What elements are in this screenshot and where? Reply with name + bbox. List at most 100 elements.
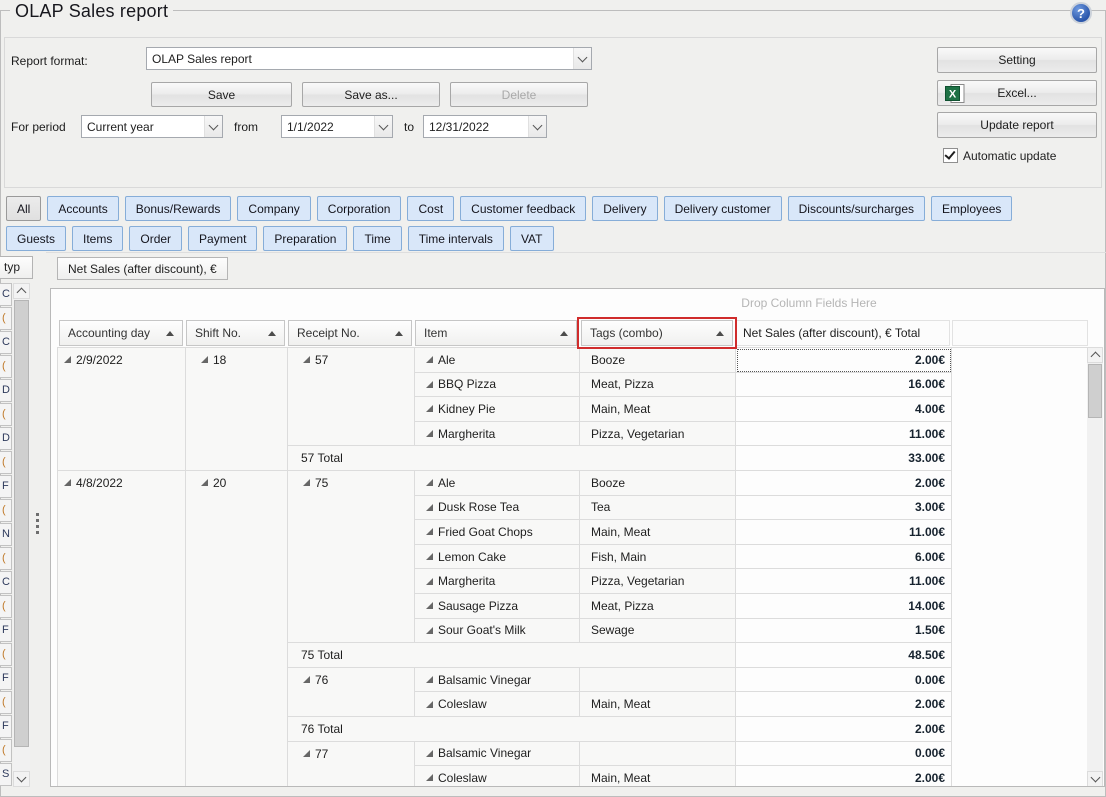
pivot-item-cell[interactable]: BBQ Pizza: [415, 373, 580, 398]
sidebar-field-fragment[interactable]: C: [0, 331, 12, 354]
expand-triangle-icon[interactable]: [426, 504, 433, 511]
filter-tab-vat[interactable]: VAT: [510, 226, 554, 251]
filter-tab-bonus-rewards[interactable]: Bonus/Rewards: [125, 196, 232, 221]
sidebar-field-fragment[interactable]: (: [0, 643, 12, 666]
filter-tab-order[interactable]: Order: [129, 226, 182, 251]
chevron-down-icon[interactable]: [204, 116, 222, 137]
pivot-value-cell[interactable]: 16.00€: [736, 373, 952, 398]
pivot-total-value-cell[interactable]: 2.00€: [736, 717, 952, 742]
sidebar-field-chip-clipped[interactable]: typ: [0, 256, 33, 279]
pivot-item-cell[interactable]: Sausage Pizza: [415, 594, 580, 619]
expand-triangle-icon[interactable]: [426, 381, 433, 388]
pivot-receipt-cell[interactable]: 76: [288, 668, 415, 717]
pivot-total-cell[interactable]: 75 Total: [288, 643, 736, 668]
pivot-item-cell[interactable]: Ale: [415, 471, 580, 496]
from-date-combo[interactable]: 1/1/2022: [281, 115, 393, 138]
expand-triangle-icon[interactable]: [201, 479, 208, 486]
pivot-tag-cell[interactable]: Booze: [580, 471, 736, 496]
grid-scrollbar-thumb[interactable]: [1088, 364, 1102, 418]
pivot-value-cell[interactable]: 2.00€: [736, 766, 952, 787]
expand-triangle-icon[interactable]: [303, 676, 310, 683]
pivot-tag-cell[interactable]: Main, Meat: [580, 766, 736, 787]
sidebar-field-fragment[interactable]: C: [0, 571, 12, 594]
to-date-combo[interactable]: 12/31/2022: [423, 115, 547, 138]
filter-tab-all[interactable]: All: [6, 196, 41, 221]
pivot-value-cell[interactable]: 11.00€: [736, 520, 952, 545]
sidebar-field-fragment[interactable]: (: [0, 547, 12, 570]
pivot-tag-cell[interactable]: Main, Meat: [580, 520, 736, 545]
sidebar-field-fragment[interactable]: (: [0, 595, 12, 618]
sidebar-scrollbar[interactable]: [13, 283, 30, 787]
help-icon[interactable]: ?: [1070, 2, 1092, 24]
filter-tab-employees[interactable]: Employees: [931, 196, 1012, 221]
automatic-update-checkbox[interactable]: [943, 148, 958, 163]
expand-triangle-icon[interactable]: [426, 479, 433, 486]
pivot-tag-cell[interactable]: Main, Meat: [580, 397, 736, 422]
pivot-receipt-cell[interactable]: 77: [288, 742, 415, 788]
save-button[interactable]: Save: [151, 82, 292, 107]
pivot-shift-cell[interactable]: 20: [186, 471, 288, 787]
expand-triangle-icon[interactable]: [426, 430, 433, 437]
pivot-tag-cell[interactable]: Pizza, Vegetarian: [580, 422, 736, 447]
column-header-item[interactable]: Item: [415, 320, 577, 346]
pivot-shift-cell[interactable]: 18: [186, 348, 288, 471]
pivot-value-cell[interactable]: 1.50€: [736, 619, 952, 644]
scroll-up-icon[interactable]: [1087, 347, 1103, 363]
pivot-item-cell[interactable]: Coleslaw: [415, 766, 580, 787]
update-report-button[interactable]: Update report: [937, 112, 1097, 138]
pivot-item-cell[interactable]: Balsamic Vinegar: [415, 668, 580, 693]
expand-triangle-icon[interactable]: [426, 602, 433, 609]
sidebar-field-fragment[interactable]: (: [0, 451, 12, 474]
filter-tab-guests[interactable]: Guests: [6, 226, 66, 251]
pivot-item-cell[interactable]: Lemon Cake: [415, 545, 580, 570]
sidebar-field-fragment[interactable]: (: [0, 355, 12, 378]
scroll-down-icon[interactable]: [13, 771, 30, 787]
pivot-value-cell[interactable]: 11.00€: [736, 569, 952, 594]
pivot-total-value-cell[interactable]: 48.50€: [736, 643, 952, 668]
filter-tab-corporation[interactable]: Corporation: [317, 196, 402, 221]
delete-button[interactable]: Delete: [450, 82, 588, 107]
filter-tab-delivery-customer[interactable]: Delivery customer: [664, 196, 782, 221]
pivot-receipt-cell[interactable]: 75: [288, 471, 415, 643]
pivot-item-cell[interactable]: Margherita: [415, 569, 580, 594]
filter-tab-accounts[interactable]: Accounts: [47, 196, 118, 221]
sidebar-scrollbar-thumb[interactable]: [14, 300, 29, 747]
chevron-down-icon[interactable]: [528, 116, 546, 137]
sidebar-field-fragment[interactable]: F: [0, 667, 12, 690]
filter-tab-delivery[interactable]: Delivery: [592, 196, 657, 221]
pivot-item-cell[interactable]: Margherita: [415, 422, 580, 447]
expand-triangle-icon[interactable]: [303, 356, 310, 363]
pivot-value-cell[interactable]: 4.00€: [736, 397, 952, 422]
pivot-total-cell[interactable]: 76 Total: [288, 717, 736, 742]
expand-triangle-icon[interactable]: [426, 405, 433, 412]
expand-triangle-icon[interactable]: [426, 528, 433, 535]
pivot-value-cell[interactable]: 6.00€: [736, 545, 952, 570]
pivot-item-cell[interactable]: Fried Goat Chops: [415, 520, 580, 545]
chevron-down-icon[interactable]: [573, 48, 591, 69]
pivot-date-cell[interactable]: 2/9/2022: [58, 348, 186, 471]
sidebar-field-fragment[interactable]: S: [0, 763, 12, 786]
pivot-value-cell[interactable]: 11.00€: [736, 422, 952, 447]
expand-triangle-icon[interactable]: [426, 750, 433, 757]
filter-tab-time[interactable]: Time: [353, 226, 401, 251]
setting-button[interactable]: Setting: [937, 47, 1097, 73]
scroll-up-icon[interactable]: [13, 283, 30, 299]
filter-tab-discounts-surcharges[interactable]: Discounts/surcharges: [788, 196, 925, 221]
sidebar-field-fragment[interactable]: C: [0, 283, 12, 306]
pivot-tag-cell[interactable]: Sewage: [580, 619, 736, 644]
sidebar-field-fragment[interactable]: (: [0, 403, 12, 426]
sidebar-field-fragment[interactable]: (: [0, 691, 12, 714]
filter-tab-time-intervals[interactable]: Time intervals: [408, 226, 504, 251]
expand-triangle-icon[interactable]: [426, 701, 433, 708]
pivot-item-cell[interactable]: Coleslaw: [415, 692, 580, 717]
chevron-down-icon[interactable]: [374, 116, 392, 137]
pivot-receipt-cell[interactable]: 57: [288, 348, 415, 446]
pivot-tag-cell[interactable]: Main, Meat: [580, 692, 736, 717]
pivot-tag-cell[interactable]: [580, 668, 736, 693]
expand-triangle-icon[interactable]: [426, 676, 433, 683]
expand-triangle-icon[interactable]: [426, 774, 433, 781]
pivot-item-cell[interactable]: Balsamic Vinegar: [415, 742, 580, 767]
pivot-value-cell[interactable]: 14.00€: [736, 594, 952, 619]
column-header-receipt-no[interactable]: Receipt No.: [288, 320, 412, 346]
pivot-date-cell[interactable]: 4/8/2022: [58, 471, 186, 787]
